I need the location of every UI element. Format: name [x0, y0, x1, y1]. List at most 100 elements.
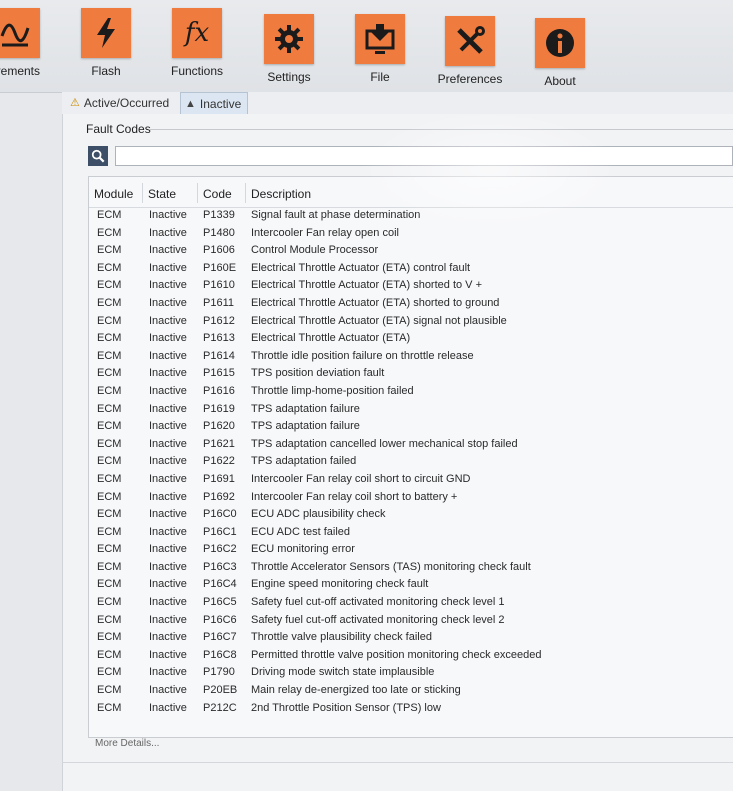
table-row[interactable]: ECM Inactive P1613 Electrical Throttle Actu… [89, 330, 733, 348]
cell-module: ECM [97, 209, 122, 221]
toolbar-label: About [544, 74, 576, 88]
table-row[interactable]: ECM Inactive P16C3 Throttle Accelerator Sen… [89, 559, 733, 577]
table-row[interactable]: ECM Inactive P16C4 Engine speed monitoring … [89, 576, 733, 594]
table-row[interactable]: ECM Inactive P1620 TPS adaptation failure [89, 418, 733, 436]
about-button[interactable]: About [515, 18, 605, 88]
table-row[interactable]: ECM Inactive P1339 Signal fault at phase de… [89, 207, 733, 225]
cell-module: ECM [97, 402, 122, 415]
cell-code: P1621 [203, 437, 235, 450]
table-row[interactable]: ECM Inactive P1622 TPS adaptation failed [89, 453, 733, 471]
cell-state: Inactive [149, 420, 187, 433]
diagnostic-app-window: urements Flash fx Functions Settings Fil… [0, 0, 733, 791]
table-row[interactable]: ECM Inactive P1790 Driving mode switch stat… [89, 664, 733, 682]
cell-state: Inactive [149, 437, 187, 450]
table-row[interactable]: ECM Inactive P212C 2nd Throttle Position Se… [89, 700, 733, 718]
table-row[interactable]: ECM Inactive P1692 Intercooler Fan relay co… [89, 489, 733, 507]
table-row[interactable]: ECM Inactive P16C5 Safety fuel cut-off acti… [89, 594, 733, 612]
more-details-link[interactable]: More Details... [95, 738, 159, 749]
cell-module: ECM [97, 314, 122, 327]
cell-code: P20EB [203, 684, 238, 697]
cell-module: ECM [97, 261, 122, 274]
column-header-state[interactable]: State [148, 187, 176, 201]
table-row[interactable]: ECM Inactive P1619 TPS adaptation failure [89, 401, 733, 419]
table-row[interactable]: ECM Inactive P16C0 ECU ADC plausibility che… [89, 506, 733, 524]
table-row[interactable]: ECM Inactive P20EB Main relay de-energized … [89, 682, 733, 700]
cell-module: ECM [97, 666, 122, 679]
fx-icon-text: fx [184, 18, 210, 48]
table-row[interactable]: ECM Inactive P1615 TPS position deviation f… [89, 365, 733, 383]
column-divider [142, 183, 143, 203]
fault-codes-group-label: Fault Codes [86, 122, 151, 136]
toolbar-label: Preferences [437, 72, 503, 86]
table-row[interactable]: ECM Inactive P1691 Intercooler Fan relay co… [89, 471, 733, 489]
table-row[interactable]: ECM Inactive P16C1 ECU ADC test failed [89, 524, 733, 542]
cell-description: TPS adaptation failure [251, 402, 360, 415]
table-row[interactable]: ECM Inactive P1480 Intercooler Fan relay op… [89, 225, 733, 243]
tab-label: Active/Occurred [83, 95, 170, 110]
chart-line-icon [0, 8, 40, 58]
table-row[interactable]: ECM Inactive P16C8 Permitted throttle valve… [89, 647, 733, 665]
settings-button[interactable]: Settings [244, 14, 334, 84]
cell-module: ECM [97, 701, 122, 714]
table-row[interactable]: ECM Inactive P1612 Electrical Throttle Actu… [89, 313, 733, 331]
cell-module: ECM [97, 525, 122, 538]
cell-state: Inactive [149, 701, 187, 714]
cell-description: Main relay de-energized too late or stic… [251, 684, 461, 697]
cell-description: Electrical Throttle Actuator (ETA) short… [251, 296, 500, 309]
cell-description: Intercooler Fan relay coil short to circ… [251, 472, 471, 485]
cell-state: Inactive [149, 332, 187, 345]
cell-code: P1692 [203, 490, 235, 503]
cell-description: TPS position deviation fault [251, 367, 385, 380]
cell-state: Inactive [149, 314, 187, 327]
column-header-module[interactable]: Module [94, 187, 133, 201]
cell-description: 2nd Throttle Position Sensor (TPS) low [251, 701, 441, 714]
table-row[interactable]: ECM Inactive P16C2 ECU monitoring error [89, 541, 733, 559]
cell-description: Electrical Throttle Actuator (ETA) contr… [251, 261, 471, 274]
cell-code: P1611 [203, 296, 234, 309]
table-row[interactable]: ECM Inactive P1616 Throttle limp-home-posit… [89, 383, 733, 401]
cell-code: P1613 [203, 332, 235, 345]
column-header-code[interactable]: Code [203, 187, 232, 201]
cell-module: ECM [97, 648, 122, 661]
cell-module: ECM [97, 349, 122, 362]
cell-state: Inactive [149, 349, 187, 362]
flash-button[interactable]: Flash [61, 8, 151, 78]
cell-description: Driving mode switch state implausible [251, 666, 435, 679]
table-row[interactable]: ECM Inactive P16C6 Safety fuel cut-off acti… [89, 612, 733, 630]
cell-state: Inactive [149, 578, 187, 591]
measurements-button[interactable]: urements [0, 8, 60, 78]
cell-module: ECM [97, 296, 122, 309]
file-button[interactable]: File [335, 14, 425, 84]
table-row[interactable]: ECM Inactive P1610 Electrical Throttle Actu… [89, 277, 733, 295]
cell-state: Inactive [149, 648, 187, 661]
table-row[interactable]: ECM Inactive P1611 Electrical Throttle Actu… [89, 295, 733, 313]
cell-state: Inactive [149, 261, 187, 274]
cell-module: ECM [97, 631, 122, 644]
tab-active-occurred[interactable]: ⚠ Active/Occurred [66, 92, 175, 113]
cell-code: P1612 [203, 314, 235, 327]
table-row[interactable]: ECM Inactive P1606 Control Module Processor [89, 242, 733, 260]
tab-inactive[interactable]: ▲ Inactive [180, 92, 249, 114]
tab-label: Inactive [199, 96, 242, 111]
table-row[interactable]: ECM Inactive P160E Electrical Throttle Actu… [89, 260, 733, 278]
group-divider [150, 129, 733, 130]
column-header-description[interactable]: Description [251, 187, 311, 201]
preferences-button[interactable]: Preferences [425, 16, 515, 86]
search-button[interactable] [88, 146, 108, 166]
toolbar-label: urements [0, 64, 41, 78]
table-body: ECM Inactive P1339 Signal fault at phase de… [89, 207, 733, 717]
cell-module: ECM [97, 437, 122, 450]
table-row[interactable]: ECM Inactive P1621 TPS adaptation cancelled… [89, 436, 733, 454]
cell-code: P1339 [203, 209, 235, 221]
cell-code: P1606 [203, 244, 235, 257]
cell-description: ECU ADC plausibility check [251, 508, 386, 521]
cell-code: P16C3 [203, 560, 237, 573]
table-row[interactable]: ECM Inactive P1614 Throttle idle position f… [89, 348, 733, 366]
functions-button[interactable]: fx Functions [152, 8, 242, 78]
cell-module: ECM [97, 226, 122, 239]
search-input[interactable] [115, 146, 733, 166]
cell-module: ECM [97, 543, 122, 556]
toolbar-label: File [370, 70, 390, 84]
table-row[interactable]: ECM Inactive P16C7 Throttle valve plausibil… [89, 629, 733, 647]
cell-state: Inactive [149, 613, 187, 626]
